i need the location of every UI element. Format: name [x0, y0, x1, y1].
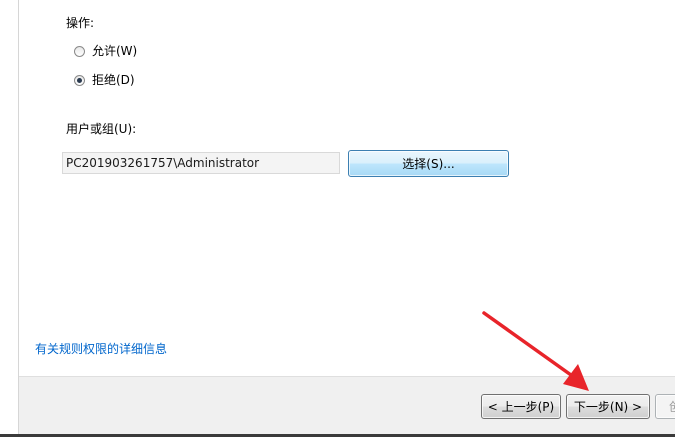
back-button[interactable]: < 上一步(P): [481, 394, 561, 419]
next-button[interactable]: 下一步(N) >: [566, 394, 650, 419]
action-label: 操作:: [66, 16, 95, 30]
radio-checked-icon[interactable]: [74, 74, 85, 86]
user-group-label: 用户或组(U):: [66, 122, 137, 136]
create-button-label: 创: [669, 398, 675, 415]
deny-radio-option[interactable]: 拒绝(D): [74, 73, 135, 87]
radio-unchecked-icon[interactable]: [74, 45, 85, 57]
create-button[interactable]: 创: [655, 394, 675, 419]
user-group-field[interactable]: PC201903261757\Administrator: [62, 152, 340, 174]
rule-permissions-help-link[interactable]: 有关规则权限的详细信息: [35, 342, 167, 356]
select-user-button[interactable]: 选择(S)...: [348, 150, 509, 177]
allow-radio-option[interactable]: 允许(W): [74, 44, 137, 58]
allow-radio-label: 允许(W): [92, 44, 138, 58]
deny-radio-label: 拒绝(D): [92, 73, 135, 87]
left-panel-strip: [0, 0, 18, 437]
